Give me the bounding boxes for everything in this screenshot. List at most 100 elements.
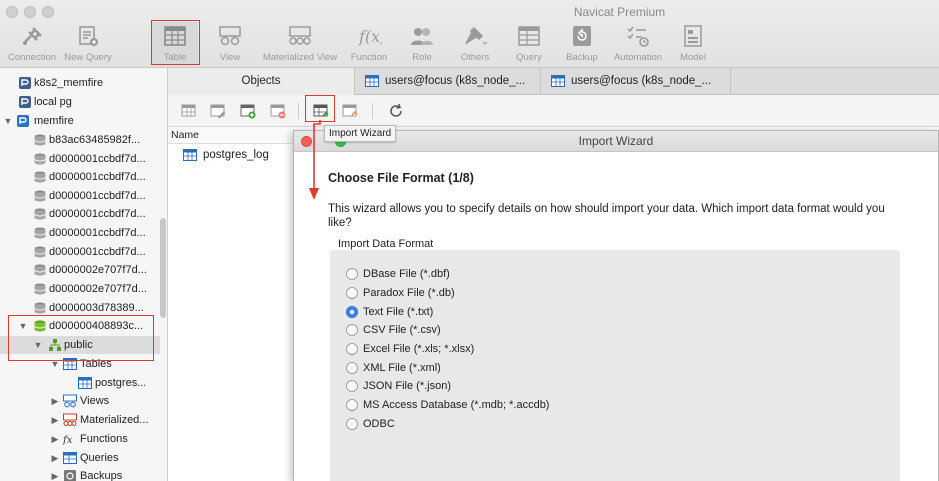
toolbar-backup-button[interactable]: Backup [550,22,614,66]
database-icon [34,227,46,239]
backup-icon [64,470,76,481]
query-icon [518,26,540,46]
annotation-highlight-table [151,20,200,65]
others-icon [465,26,488,45]
radio-button[interactable] [346,343,358,355]
svg-text:f(x): f(x) [358,27,382,46]
wizard-description: This wizard allows you to specify detail… [328,203,885,229]
postgresql-connection-icon [19,96,31,108]
tab-label: Objects [241,75,281,87]
toolbar-label: Connection [7,52,57,63]
tab-objects[interactable]: Objects [168,68,355,95]
backup-icon [573,26,591,46]
role-icon [411,28,433,45]
radio-button[interactable] [346,418,358,430]
postgresql-connection-icon [17,115,29,127]
tree-item-database[interactable]: d0000001ccbdf7d... [0,224,160,242]
tree-item-functions[interactable]: ▶ fx Functions [0,430,160,448]
table-icon [78,377,92,389]
database-icon [34,190,46,202]
radio-button[interactable] [346,362,358,374]
chevron-right-icon[interactable]: ▶ [50,392,60,410]
table-icon [551,74,565,87]
toolbar-separator [372,103,373,119]
radio-button[interactable] [346,380,358,392]
radio-button[interactable] [346,268,358,280]
tree-item-database[interactable]: d0000001ccbdf7d... [0,187,160,205]
radio-button[interactable] [346,399,358,411]
chevron-right-icon[interactable]: ▶ [50,467,60,481]
tab-label: users@focus (k8s_node_... [571,75,712,87]
toolbar-label: Role [412,52,432,63]
design-table-icon[interactable] [210,103,226,119]
delete-table-icon[interactable] [270,103,286,119]
import-wizard-tooltip: Import Wizard [324,125,397,142]
toolbar-materialized-view-button[interactable]: Materialized View [258,22,342,66]
chevron-right-icon[interactable]: ▶ [50,411,60,429]
tree-item-materialized-views[interactable]: ▶ Materialized... [0,411,160,429]
materialized-view-icon [63,413,77,426]
tree-item-table-postgres-log[interactable]: postgres... [0,374,160,392]
query-icon [63,452,77,464]
main-toolbar: Navicat Premium Connection New Query Tab… [0,0,939,68]
view-icon [219,26,241,46]
window-title: Navicat Premium [573,5,666,19]
sidebar-scrollbar[interactable] [160,218,166,318]
table-icon [365,74,379,87]
tree-item-memfire[interactable]: ▼ memfire [0,112,160,130]
toolbar-label: Model [680,52,706,63]
tab-users-focus-1[interactable]: users@focus (k8s_node_... [355,68,541,95]
tree-item-database[interactable]: d0000002e707f7d... [0,280,160,298]
format-options-group: DBase File (*.dbf) Paradox File (*.db) T… [330,250,900,481]
toolbar-separator [298,103,299,119]
automation-icon [627,26,649,47]
refresh-icon[interactable] [388,103,404,119]
import-wizard-dialog: Import Wizard Choose File Format (1/8) T… [293,130,939,481]
objects-toolbar [168,95,939,127]
function-icon: fx [63,435,73,446]
radio-button[interactable] [346,287,358,299]
tree-item-database[interactable]: b83ac63485982f... [0,131,160,149]
object-item-postgres-log[interactable]: postgres_log [168,146,293,164]
radio-button-selected[interactable] [346,306,358,318]
tab-users-focus-2[interactable]: users@focus (k8s_node_... [541,68,731,95]
postgresql-connection-icon [19,77,31,89]
toolbar-label: Materialized View [262,52,338,63]
connection-tree: k8s2_memfire local pg ▼ memfire b83ac634… [0,68,168,481]
tree-item-database[interactable]: d0000001ccbdf7d... [0,243,160,261]
database-icon [34,246,46,258]
chevron-right-icon[interactable]: ▶ [50,449,60,467]
toolbar-label: Others [460,52,490,63]
toolbar-label: Function [350,52,388,63]
database-icon [34,208,46,220]
database-icon [34,302,46,314]
toolbar-connection-button[interactable]: Connection [0,22,64,66]
database-icon [34,153,46,165]
chevron-down-icon[interactable]: ▼ [3,112,13,130]
tab-label: users@focus (k8s_node_... [385,75,526,87]
tree-item-local-pg[interactable]: local pg [0,93,160,111]
radio-button[interactable] [346,324,358,336]
tree-item-views[interactable]: ▶ Views [0,392,160,410]
export-wizard-icon[interactable] [342,103,358,119]
new-query-icon [79,26,98,46]
tree-item-database[interactable]: d0000001ccbdf7d... [0,168,160,186]
tree-item-backups[interactable]: ▶ Backups [0,467,160,481]
materialized-view-icon [289,26,311,45]
tree-item-database[interactable]: d0000002e707f7d... [0,261,160,279]
toolbar-view-button[interactable]: View [198,22,262,66]
tree-item-database[interactable]: d0000001ccbdf7d... [0,205,160,223]
svg-text:fx: fx [63,435,73,446]
chevron-right-icon[interactable]: ▶ [50,430,60,448]
tree-item-k8s2-memfire[interactable]: k8s2_memfire [0,74,160,92]
new-table-icon[interactable] [240,103,256,119]
toolbar-model-button[interactable]: Model [661,22,725,66]
open-table-icon[interactable] [181,103,197,119]
tree-item-database[interactable]: d0000001ccbdf7d... [0,150,160,168]
tree-item-queries[interactable]: ▶ Queries [0,449,160,467]
toolbar-new-query-button[interactable]: New Query [56,22,120,66]
toolbar-label: Automation [613,52,663,63]
toolbar-label: View [219,52,241,63]
toolbar-label: Query [516,52,542,63]
connection-icon [23,27,42,45]
